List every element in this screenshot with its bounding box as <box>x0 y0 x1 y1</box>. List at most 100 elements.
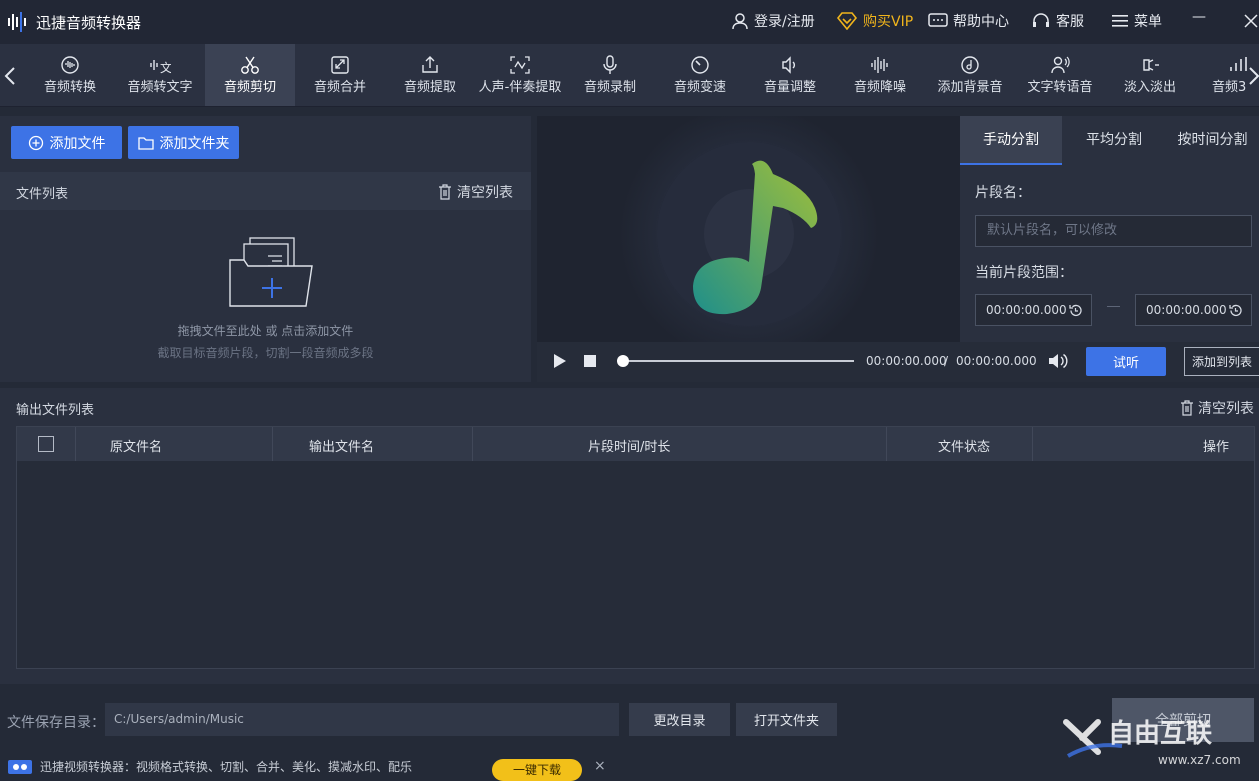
column-separator <box>75 427 76 461</box>
customer-service-button[interactable]: 客服 <box>1031 11 1084 31</box>
stop-icon[interactable] <box>584 355 596 367</box>
tool-label: 淡入淡出 <box>1123 80 1176 95</box>
column-header-status: 文件状态 <box>938 440 991 455</box>
chevron-left-icon[interactable] <box>2 64 18 88</box>
player-preview <box>537 116 960 342</box>
add-folder-button[interactable]: 添加文件夹 <box>128 126 239 159</box>
close-window-button[interactable] <box>1243 12 1259 34</box>
denoise-icon <box>871 57 888 73</box>
speaker-icon[interactable] <box>1047 352 1069 370</box>
music-note-artwork <box>619 116 879 342</box>
range-start-input[interactable]: 00:00:00.000 <box>975 294 1092 326</box>
range-end-value: 00:00:00.000 <box>1146 303 1227 317</box>
progress-track[interactable] <box>623 360 854 362</box>
add-file-label: 添加文件 <box>49 135 106 152</box>
output-table <box>16 426 1255 669</box>
tool-audio-convert[interactable]: 音频转换 <box>25 44 115 106</box>
drop-folder-icon[interactable] <box>228 236 314 310</box>
save-dir-label: 文件保存目录： <box>7 715 105 731</box>
download-button[interactable]: 一键下载 <box>492 759 582 781</box>
tool-audio-extra[interactable]: 音频3 <box>1195 44 1249 106</box>
tool-audio-to-text[interactable]: 文 音频转文字 <box>115 44 205 106</box>
column-header-source-name: 原文件名 <box>110 440 163 455</box>
minimize-button[interactable]: — <box>1192 9 1206 25</box>
scissors-icon <box>241 56 259 74</box>
tool-vocal-extract[interactable]: 人声-伴奏提取 <box>475 44 565 106</box>
buy-vip-label: 购买VIP <box>863 14 914 30</box>
time-separator: / <box>944 354 949 368</box>
promo-text: 迅捷视频转换器：视频格式转换、切割、合并、美化、摸减水印、配乐 <box>40 760 413 774</box>
text-to-speech-icon <box>1051 56 1070 74</box>
watermark-url: www.xz7.com <box>1158 753 1241 767</box>
tab-manual-split[interactable]: 手动分割 <box>960 116 1062 165</box>
tool-add-background[interactable]: 添加背景音 <box>925 44 1015 106</box>
app-title: 迅捷音频转换器 <box>36 14 142 32</box>
preview-button[interactable]: 试听 <box>1086 347 1166 376</box>
promo-bar: 迅捷视频转换器：视频格式转换、切割、合并、美化、摸减水印、配乐 <box>8 758 412 775</box>
tool-fade[interactable]: 淡入淡出 <box>1105 44 1195 106</box>
chat-icon <box>928 13 948 27</box>
file-list-title: 文件列表 <box>16 187 69 202</box>
close-icon <box>1244 14 1258 28</box>
tool-text-to-speech[interactable]: 文字转语音 <box>1015 44 1105 106</box>
tool-audio-cut[interactable]: 音频剪切 <box>205 44 295 106</box>
merge-icon <box>331 56 349 74</box>
tool-audio-extract[interactable]: 音频提取 <box>385 44 475 106</box>
add-to-list-button[interactable]: 添加到列表 <box>1184 347 1259 376</box>
help-center-button[interactable]: 帮助中心 <box>928 11 1009 31</box>
open-folder-button[interactable]: 打开文件夹 <box>736 703 837 736</box>
microphone-icon <box>603 55 617 74</box>
diamond-icon <box>836 12 858 30</box>
feature-toolbar: 音频转换 文 音频转文字 音频剪切 音频合并 音频提取 人声-伴奏提取 音频录制… <box>0 44 1259 107</box>
background-music-icon <box>961 56 979 74</box>
add-folder-label: 添加文件夹 <box>159 135 230 152</box>
column-separator <box>1032 427 1033 461</box>
range-end-input[interactable]: 00:00:00.000 <box>1135 294 1252 326</box>
change-dir-button[interactable]: 更改目录 <box>629 703 730 736</box>
tool-audio-denoise[interactable]: 音频降噪 <box>835 44 925 106</box>
reset-clock-icon[interactable] <box>1068 303 1083 318</box>
svg-text:文: 文 <box>160 60 171 75</box>
tool-audio-record[interactable]: 音频录制 <box>565 44 655 106</box>
tool-audio-speed[interactable]: 音频变速 <box>655 44 745 106</box>
tool-label: 音频3 <box>1212 80 1247 95</box>
reset-clock-icon[interactable] <box>1228 303 1243 318</box>
add-file-button[interactable]: 添加文件 <box>11 126 122 159</box>
save-dir-input[interactable]: C:/Users/admin/Music <box>105 703 619 736</box>
progress-handle[interactable] <box>617 355 629 367</box>
tool-audio-merge[interactable]: 音频合并 <box>295 44 385 106</box>
segment-name-input[interactable]: 默认片段名，可以修改 <box>975 215 1252 247</box>
plus-circle-icon <box>28 135 43 150</box>
audio-to-text-icon: 文 <box>150 60 171 75</box>
range-dash <box>1107 306 1120 307</box>
promo-close-icon[interactable]: × <box>594 758 606 774</box>
app-logo-icon <box>8 12 26 32</box>
column-header-segment-time: 片段时间/时长 <box>588 440 671 455</box>
watermark-logo: 自由互联 www.xz7.com <box>1063 718 1241 767</box>
login-button[interactable]: 登录/注册 <box>731 11 815 31</box>
chevron-right-icon[interactable] <box>1248 64 1259 88</box>
user-icon <box>732 13 748 30</box>
video-converter-logo-icon <box>8 759 32 774</box>
total-time: 00:00:00.000 <box>956 354 1037 368</box>
tool-volume-adjust[interactable]: 音量调整 <box>745 44 835 106</box>
buy-vip-button[interactable]: 购买VIP <box>836 11 913 31</box>
hamburger-icon <box>1112 15 1128 27</box>
column-separator <box>472 427 473 461</box>
audio-extra-icon <box>1230 57 1247 71</box>
clear-output-list-button[interactable]: 清空列表 <box>1180 398 1254 418</box>
select-all-checkbox[interactable] <box>38 436 54 452</box>
tab-average-split[interactable]: 平均分割 <box>1063 116 1165 164</box>
segment-name-label: 片段名： <box>975 185 1031 201</box>
current-time: 00:00:00.000 <box>866 354 947 368</box>
clear-file-list-button[interactable]: 清空列表 <box>438 182 513 202</box>
speed-icon <box>691 56 709 74</box>
watermark-text: 自由互联 <box>1108 718 1212 749</box>
minimize-icon: — <box>1192 9 1206 25</box>
menu-button[interactable]: 菜单 <box>1111 11 1162 31</box>
play-icon[interactable] <box>553 353 567 369</box>
column-separator <box>886 427 887 461</box>
tab-time-split[interactable]: 按时间分割 <box>1166 116 1259 164</box>
segment-range-label: 当前片段范围： <box>975 265 1073 281</box>
folder-icon <box>137 136 154 150</box>
